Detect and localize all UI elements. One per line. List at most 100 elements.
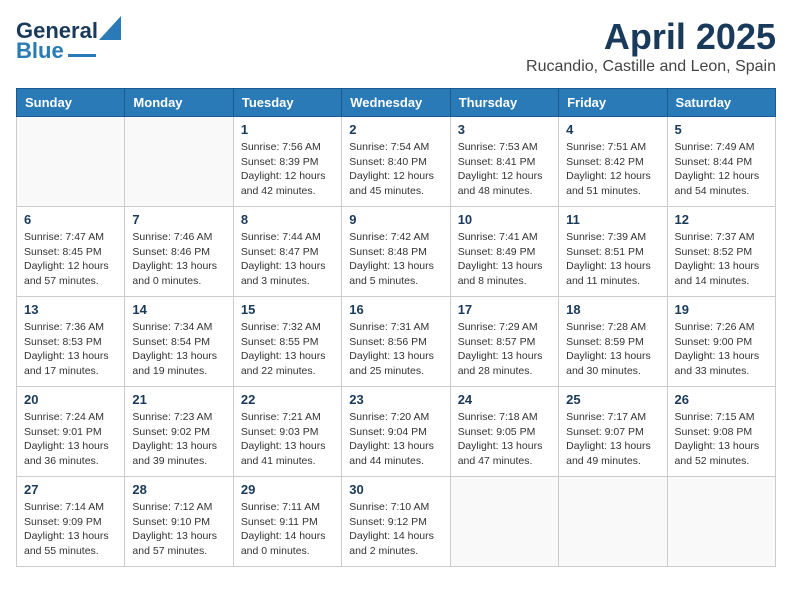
cell-info: Sunrise: 7:53 AMSunset: 8:41 PMDaylight:… xyxy=(458,140,551,199)
col-sunday: Sunday xyxy=(17,89,125,117)
table-row: 29 Sunrise: 7:11 AMSunset: 9:11 PMDayligh… xyxy=(233,477,341,567)
col-monday: Monday xyxy=(125,89,233,117)
table-row xyxy=(125,117,233,207)
day-number: 19 xyxy=(675,302,768,317)
calendar-week-row: 6 Sunrise: 7:47 AMSunset: 8:45 PMDaylight… xyxy=(17,207,776,297)
table-row: 11 Sunrise: 7:39 AMSunset: 8:51 PMDayligh… xyxy=(559,207,667,297)
day-number: 21 xyxy=(132,392,225,407)
table-row: 21 Sunrise: 7:23 AMSunset: 9:02 PMDayligh… xyxy=(125,387,233,477)
day-number: 24 xyxy=(458,392,551,407)
table-row: 28 Sunrise: 7:12 AMSunset: 9:10 PMDayligh… xyxy=(125,477,233,567)
table-row: 9 Sunrise: 7:42 AMSunset: 8:48 PMDaylight… xyxy=(342,207,450,297)
cell-info: Sunrise: 7:24 AMSunset: 9:01 PMDaylight:… xyxy=(24,410,117,469)
day-number: 20 xyxy=(24,392,117,407)
cell-info: Sunrise: 7:42 AMSunset: 8:48 PMDaylight:… xyxy=(349,230,442,289)
table-row: 18Sunrise: 7:28 AMSunset: 8:59 PMDayligh… xyxy=(559,297,667,387)
day-number: 2 xyxy=(349,122,442,137)
calendar-week-row: 27Sunrise: 7:14 AMSunset: 9:09 PMDayligh… xyxy=(17,477,776,567)
title-block: April 2025 Rucandio, Castille and Leon, … xyxy=(526,16,776,76)
cell-info: Sunrise: 7:18 AMSunset: 9:05 PMDaylight:… xyxy=(458,410,551,469)
table-row: 25 Sunrise: 7:17 AMSunset: 9:07 PMDayligh… xyxy=(559,387,667,477)
page-title: April 2025 xyxy=(526,16,776,58)
cell-info: Sunrise: 7:51 AMSunset: 8:42 PMDaylight:… xyxy=(566,140,659,199)
table-row xyxy=(667,477,775,567)
table-row: 26 Sunrise: 7:15 AMSunset: 9:08 PMDayligh… xyxy=(667,387,775,477)
page-header: General Blue April 2025 Rucandio, Castil… xyxy=(16,16,776,76)
col-thursday: Thursday xyxy=(450,89,558,117)
table-row: 6 Sunrise: 7:47 AMSunset: 8:45 PMDaylight… xyxy=(17,207,125,297)
day-number: 11 xyxy=(566,212,659,227)
table-row: 3 Sunrise: 7:53 AMSunset: 8:41 PMDaylight… xyxy=(450,117,558,207)
table-row: 17 Sunrise: 7:29 AMSunset: 8:57 PMDayligh… xyxy=(450,297,558,387)
cell-info: Sunrise: 7:15 AMSunset: 9:08 PMDaylight:… xyxy=(675,410,768,469)
table-row: 22 Sunrise: 7:21 AMSunset: 9:03 PMDayligh… xyxy=(233,387,341,477)
logo-triangle-icon xyxy=(99,16,121,40)
calendar-week-row: 20 Sunrise: 7:24 AMSunset: 9:01 PMDayligh… xyxy=(17,387,776,477)
logo-blue-text: Blue xyxy=(16,40,64,62)
day-number: 10 xyxy=(458,212,551,227)
day-number: 18 xyxy=(566,302,659,317)
col-tuesday: Tuesday xyxy=(233,89,341,117)
table-row: 30Sunrise: 7:10 AMSunset: 9:12 PMDayligh… xyxy=(342,477,450,567)
table-row xyxy=(559,477,667,567)
calendar-week-row: 13 Sunrise: 7:36 AMSunset: 8:53 PMDayligh… xyxy=(17,297,776,387)
table-row: 1Sunrise: 7:56 AMSunset: 8:39 PMDaylight… xyxy=(233,117,341,207)
cell-info: Sunrise: 7:17 AMSunset: 9:07 PMDaylight:… xyxy=(566,410,659,469)
cell-info: Sunrise: 7:56 AMSunset: 8:39 PMDaylight:… xyxy=(241,140,334,199)
table-row: 13 Sunrise: 7:36 AMSunset: 8:53 PMDayligh… xyxy=(17,297,125,387)
day-number: 5 xyxy=(675,122,768,137)
table-row xyxy=(450,477,558,567)
day-number: 13 xyxy=(24,302,117,317)
table-row: 24 Sunrise: 7:18 AMSunset: 9:05 PMDayligh… xyxy=(450,387,558,477)
page-subtitle: Rucandio, Castille and Leon, Spain xyxy=(526,58,776,76)
day-number: 23 xyxy=(349,392,442,407)
cell-info: Sunrise: 7:31 AMSunset: 8:56 PMDaylight:… xyxy=(349,320,442,379)
calendar-table: Sunday Monday Tuesday Wednesday Thursday… xyxy=(16,88,776,567)
cell-info: Sunrise: 7:44 AMSunset: 8:47 PMDaylight:… xyxy=(241,230,334,289)
cell-info: Sunrise: 7:54 AMSunset: 8:40 PMDaylight:… xyxy=(349,140,442,199)
col-friday: Friday xyxy=(559,89,667,117)
cell-info: Sunrise: 7:41 AMSunset: 8:49 PMDaylight:… xyxy=(458,230,551,289)
table-row: 10 Sunrise: 7:41 AMSunset: 8:49 PMDayligh… xyxy=(450,207,558,297)
table-row: 19 Sunrise: 7:26 AMSunset: 9:00 PMDayligh… xyxy=(667,297,775,387)
day-number: 22 xyxy=(241,392,334,407)
cell-info: Sunrise: 7:34 AMSunset: 8:54 PMDaylight:… xyxy=(132,320,225,379)
calendar-week-row: 1Sunrise: 7:56 AMSunset: 8:39 PMDaylight… xyxy=(17,117,776,207)
table-row: 14 Sunrise: 7:34 AMSunset: 8:54 PMDayligh… xyxy=(125,297,233,387)
cell-info: Sunrise: 7:21 AMSunset: 9:03 PMDaylight:… xyxy=(241,410,334,469)
cell-info: Sunrise: 7:10 AMSunset: 9:12 PMDaylight:… xyxy=(349,500,442,559)
cell-info: Sunrise: 7:37 AMSunset: 8:52 PMDaylight:… xyxy=(675,230,768,289)
day-number: 9 xyxy=(349,212,442,227)
table-row: 16 Sunrise: 7:31 AMSunset: 8:56 PMDayligh… xyxy=(342,297,450,387)
day-number: 28 xyxy=(132,482,225,497)
table-row: 8Sunrise: 7:44 AMSunset: 8:47 PMDaylight… xyxy=(233,207,341,297)
cell-info: Sunrise: 7:26 AMSunset: 9:00 PMDaylight:… xyxy=(675,320,768,379)
cell-info: Sunrise: 7:47 AMSunset: 8:45 PMDaylight:… xyxy=(24,230,117,289)
cell-info: Sunrise: 7:36 AMSunset: 8:53 PMDaylight:… xyxy=(24,320,117,379)
calendar-header-row: Sunday Monday Tuesday Wednesday Thursday… xyxy=(17,89,776,117)
day-number: 4 xyxy=(566,122,659,137)
table-row: 5 Sunrise: 7:49 AMSunset: 8:44 PMDaylight… xyxy=(667,117,775,207)
day-number: 29 xyxy=(241,482,334,497)
table-row: 7 Sunrise: 7:46 AMSunset: 8:46 PMDaylight… xyxy=(125,207,233,297)
day-number: 25 xyxy=(566,392,659,407)
day-number: 16 xyxy=(349,302,442,317)
cell-info: Sunrise: 7:49 AMSunset: 8:44 PMDaylight:… xyxy=(675,140,768,199)
table-row: 12Sunrise: 7:37 AMSunset: 8:52 PMDayligh… xyxy=(667,207,775,297)
day-number: 26 xyxy=(675,392,768,407)
day-number: 6 xyxy=(24,212,117,227)
col-saturday: Saturday xyxy=(667,89,775,117)
table-row xyxy=(17,117,125,207)
day-number: 17 xyxy=(458,302,551,317)
cell-info: Sunrise: 7:23 AMSunset: 9:02 PMDaylight:… xyxy=(132,410,225,469)
day-number: 15 xyxy=(241,302,334,317)
day-number: 3 xyxy=(458,122,551,137)
cell-info: Sunrise: 7:29 AMSunset: 8:57 PMDaylight:… xyxy=(458,320,551,379)
table-row: 2 Sunrise: 7:54 AMSunset: 8:40 PMDaylight… xyxy=(342,117,450,207)
cell-info: Sunrise: 7:11 AMSunset: 9:11 PMDaylight:… xyxy=(241,500,334,559)
day-number: 7 xyxy=(132,212,225,227)
cell-info: Sunrise: 7:39 AMSunset: 8:51 PMDaylight:… xyxy=(566,230,659,289)
cell-info: Sunrise: 7:46 AMSunset: 8:46 PMDaylight:… xyxy=(132,230,225,289)
cell-info: Sunrise: 7:12 AMSunset: 9:10 PMDaylight:… xyxy=(132,500,225,559)
day-number: 14 xyxy=(132,302,225,317)
